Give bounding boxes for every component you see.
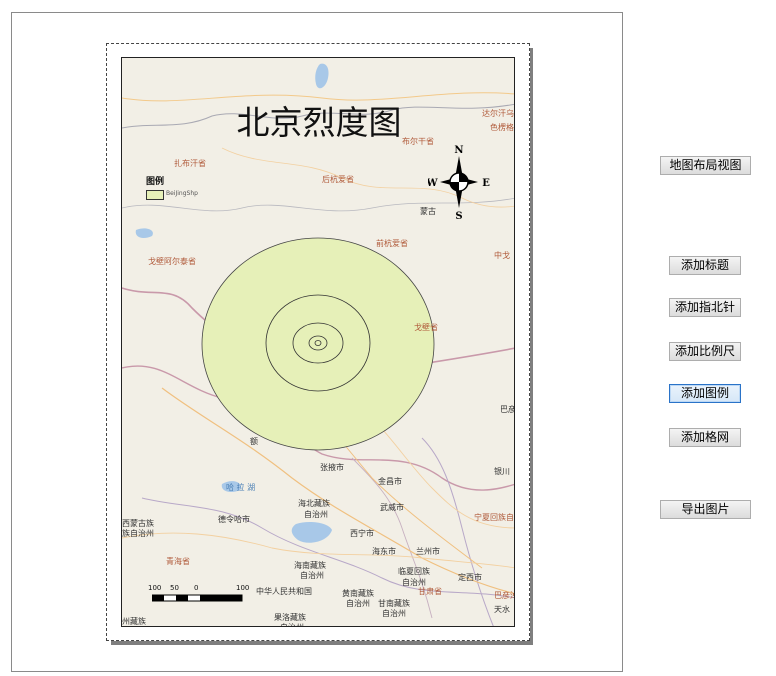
- place-label: 后杭爱省: [322, 175, 354, 184]
- place-label: 海东市: [372, 547, 396, 556]
- east-label: E: [482, 178, 490, 189]
- place-label: 天水: [494, 605, 510, 614]
- place-label: 黄南藏族: [342, 589, 374, 598]
- place-label: 自治州: [304, 510, 328, 519]
- export-image-button[interactable]: 导出图片: [660, 500, 751, 519]
- place-label: 哈 拉 湖: [226, 483, 256, 492]
- scale-label: 100: [148, 584, 162, 592]
- place-label: 巴彦淖尔: [494, 591, 514, 600]
- place-label: 自治州: [382, 609, 406, 618]
- legend-swatch: [146, 190, 164, 200]
- place-label: 自治州: [402, 578, 426, 587]
- place-label: 甘肃省: [418, 587, 442, 596]
- map-legend[interactable]: 图例 BeiJingShp: [146, 174, 198, 200]
- place-label: 扎布汗省: [174, 159, 206, 168]
- place-label: 兰州市: [416, 547, 440, 556]
- legend-item-label: BeiJingShp: [166, 190, 198, 197]
- scale-bar-graphic: [152, 594, 243, 602]
- place-label: 巴彦: [500, 405, 515, 414]
- place-label: 临夏回族: [398, 567, 430, 576]
- add-scale-bar-button[interactable]: 添加比例尺: [669, 342, 741, 361]
- map-frame[interactable]: 扎布汗省 布尔干省 后杭爱省 达尔汗乌 色楞格 蒙古 前杭爱省 戈壁阿尔泰省 中戈 戈壁省 巴彦额张…: [121, 57, 515, 627]
- place-label: 定西市: [458, 573, 482, 582]
- scale-label: 50: [170, 584, 179, 592]
- north-label: N: [454, 145, 463, 156]
- place-label: 果洛藏族: [274, 613, 306, 622]
- place-label: 族自治州: [122, 529, 154, 538]
- place-label: 金昌市: [378, 477, 402, 486]
- place-label: 前杭爱省: [376, 239, 408, 248]
- place-label: 州藏族: [122, 617, 146, 626]
- place-label: 戈壁省: [414, 323, 438, 332]
- layout-view-button[interactable]: 地图布局视图: [660, 156, 751, 175]
- south-label: S: [455, 211, 462, 220]
- add-legend-button[interactable]: 添加图例: [669, 384, 741, 403]
- place-label: 宁夏回族自: [474, 513, 514, 522]
- place-label: 自治州: [346, 599, 370, 608]
- place-label: 甘南藏族: [378, 599, 410, 608]
- place-label: 武威市: [380, 503, 404, 512]
- west-label: W: [428, 178, 438, 189]
- place-label: 戈壁阿尔泰省: [148, 257, 196, 266]
- place-label: 张掖市: [320, 463, 344, 472]
- place-label: 西蒙古族: [122, 519, 154, 528]
- map-title[interactable]: 北京烈度图: [122, 96, 514, 144]
- place-label: 自治州: [280, 624, 304, 627]
- north-arrow-icon[interactable]: N S W E: [428, 144, 490, 220]
- scale-label: 100: [236, 584, 250, 592]
- place-label: 德令哈市: [218, 515, 250, 524]
- place-label: 自治州: [300, 571, 324, 580]
- add-north-arrow-button[interactable]: 添加指北针: [669, 298, 741, 317]
- add-title-button[interactable]: 添加标题: [669, 256, 741, 275]
- legend-title: 图例: [146, 177, 165, 187]
- place-label: 西宁市: [350, 529, 374, 538]
- place-label: 青海省: [166, 557, 190, 566]
- scale-label: 0: [194, 584, 199, 592]
- place-label: 海南藏族: [294, 561, 326, 570]
- place-label: 中戈: [494, 251, 510, 260]
- place-label: 额: [250, 437, 258, 446]
- place-label: 银川: [494, 467, 510, 476]
- scale-bar[interactable]: 100 50 0 100: [148, 584, 280, 606]
- add-grid-button[interactable]: 添加格网: [669, 428, 741, 447]
- place-label: 海北藏族: [298, 499, 330, 508]
